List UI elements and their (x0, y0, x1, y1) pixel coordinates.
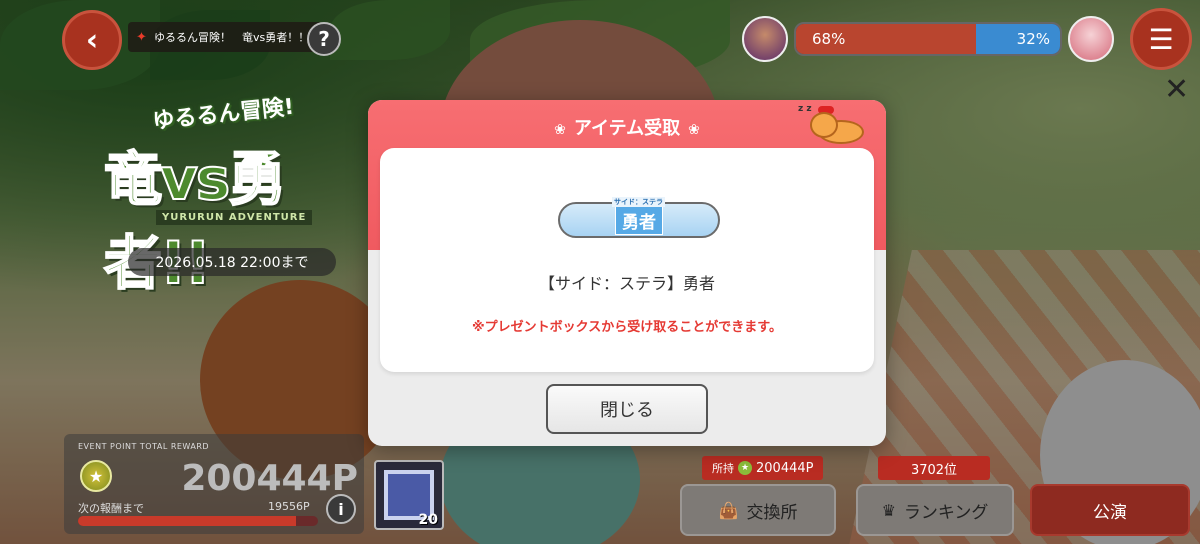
info-icon: i (338, 499, 344, 519)
event-point-icon: ★ (80, 460, 112, 492)
versus-left-percent: 68% (812, 30, 846, 48)
sleeping-cat-icon: z z (798, 104, 870, 146)
help-icon: ? (318, 27, 330, 51)
perform-button[interactable]: 公演 (1030, 484, 1190, 536)
close-label: 閉じる (600, 400, 654, 421)
dialog-title-text: アイテム受取 (573, 118, 681, 139)
dragon-side-avatar (742, 16, 788, 62)
crown-icon: ♛ (881, 500, 896, 520)
title-badge-label: 勇者 (622, 212, 656, 233)
versus-right-fill: 32% (975, 24, 1060, 54)
event-point-reward-panel: EVENT POINT TOTAL REWARD ★ 200444P 次の報酬ま… (64, 434, 364, 534)
item-received-dialog: ❀ アイテム受取 ❀ z z サイド：ステラ 勇者 【サイド：ステラ】勇者 ※プレゼ… (368, 100, 886, 446)
event-logo-english: YURURUN ADVENTURE (156, 210, 313, 225)
owned-points-value: 200444P (756, 460, 814, 476)
sleep-z-icon: z z (798, 104, 812, 114)
event-logo: ゆるるん冒険! 竜vs勇者!! YURURUN ADVENTURE (100, 95, 330, 298)
cat-head (810, 112, 838, 138)
versus-right-percent: 32% (1016, 30, 1050, 48)
dialog-content-card: サイド：ステラ 勇者 【サイド：ステラ】勇者 ※プレゼントボックスから受け取るこ… (380, 148, 874, 372)
close-icon[interactable]: ✕ (1164, 72, 1189, 107)
reward-item-count: 20 (418, 512, 438, 528)
reward-progress-bar (78, 516, 318, 526)
received-item-name: 【サイド：ステラ】勇者 (538, 274, 715, 293)
ranking-button[interactable]: ♛ ランキング (856, 484, 1014, 536)
exchange-label: 交換所 (746, 502, 798, 523)
total-points: 200444P (181, 458, 358, 499)
back-arrow-icon: ‹ (85, 22, 99, 58)
exchange-button[interactable]: 👜 交換所 (680, 484, 836, 536)
owned-label: 所持 (712, 462, 734, 475)
versus-left-fill: 68% (796, 24, 976, 54)
points-remaining: 19556P (268, 500, 310, 513)
event-deadline: 2026.05.18 22:00まで (128, 248, 336, 276)
menu-button[interactable]: ☰ (1130, 8, 1192, 70)
star-icon: ✦ (136, 30, 147, 45)
list-menu-icon: ☰ (1148, 22, 1174, 56)
title-badge: サイド：ステラ 勇者 (558, 196, 720, 238)
present-box-notice: ※プレゼントボックスから受け取ることができます。 (472, 320, 782, 335)
info-button[interactable]: i (326, 494, 356, 524)
title-badge-text: サイド：ステラ 勇者 (612, 196, 665, 235)
event-point-coin-icon: ★ (738, 461, 752, 475)
paw-icon: ❀ (554, 122, 566, 138)
perform-label: 公演 (1093, 502, 1127, 523)
next-reward-item[interactable]: 20 (374, 460, 444, 530)
title-badge-ruby: サイド：ステラ (612, 196, 665, 207)
reward-header: EVENT POINT TOTAL REWARD (78, 442, 210, 451)
back-button[interactable]: ‹ (62, 10, 122, 70)
shopping-bag-icon: 👜 (718, 500, 739, 520)
next-reward-label: 次の報酬まで (78, 502, 144, 515)
event-logo-subtitle: ゆるるん冒険! (151, 94, 296, 135)
ranking-label: ランキング (903, 502, 989, 523)
current-rank-chip: 3702位 (878, 456, 990, 480)
event-title-label: ゆるるん冒険！ 竜vs勇者！！ (154, 31, 310, 44)
versus-progress-bar: 68% 32% (794, 22, 1062, 56)
help-button[interactable]: ? (307, 22, 341, 56)
paw-icon: ❀ (688, 122, 700, 138)
owned-points-chip: 所持 ★ 200444P (702, 456, 824, 480)
event-title-chip: ✦ ゆるるん冒険！ 竜vs勇者！！ (128, 22, 324, 52)
hero-side-avatar (1068, 16, 1114, 62)
reward-progress-fill (78, 516, 297, 526)
close-button[interactable]: 閉じる (546, 384, 708, 434)
